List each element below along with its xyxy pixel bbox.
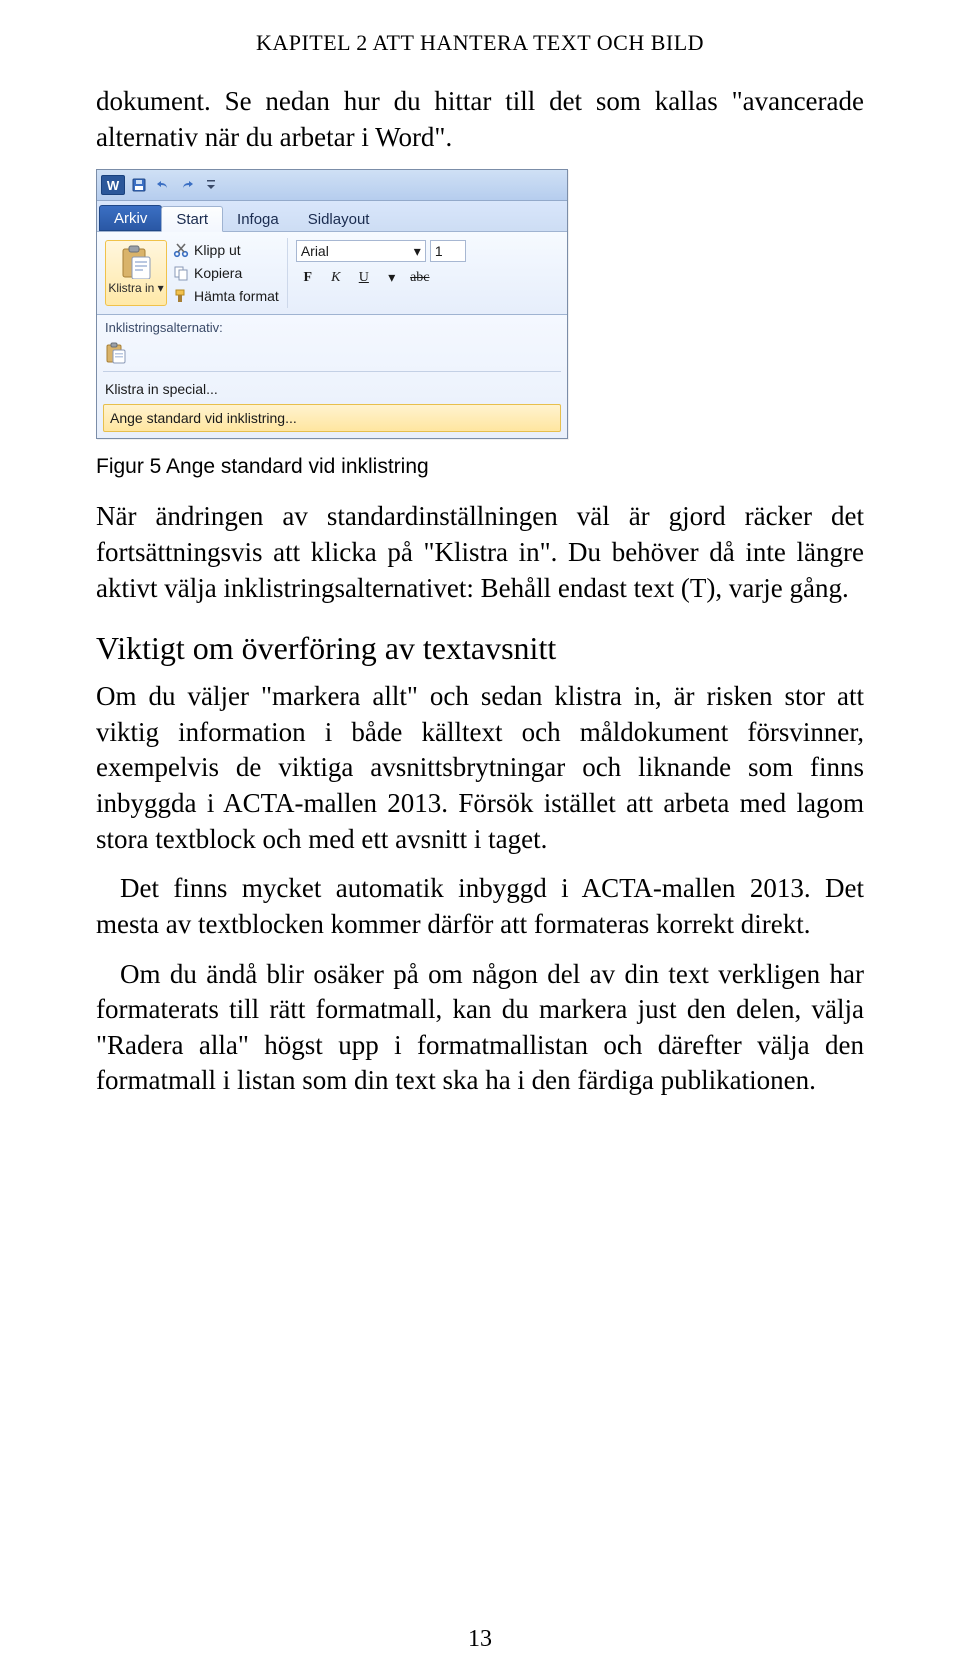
section-subhead: Viktigt om överföring av textavsnitt xyxy=(96,630,864,667)
chevron-down-icon: ▾ xyxy=(414,243,421,260)
tab-sidlayout[interactable]: Sidlayout xyxy=(293,206,385,231)
copy-button[interactable]: Kopiera xyxy=(173,263,279,283)
set-default-paste-item[interactable]: Ange standard vid inklistring... xyxy=(103,404,561,432)
cut-button[interactable]: Klipp ut xyxy=(173,240,279,260)
font-style-row: F K U ▾ abc xyxy=(296,267,466,289)
format-painter-label: Hämta format xyxy=(194,288,279,304)
copy-label: Kopiera xyxy=(194,265,242,281)
italic-button[interactable]: K xyxy=(324,267,348,289)
separator xyxy=(103,371,561,372)
paragraph-1: dokument. Se nedan hur du hittar till de… xyxy=(96,84,864,155)
paragraph-2: När ändringen av standardinställningen v… xyxy=(96,499,864,606)
paste-option-icon xyxy=(105,342,127,364)
undo-icon[interactable] xyxy=(153,175,173,195)
brush-icon xyxy=(173,288,189,304)
paragraph-5: Om du ändå blir osäker på om någon del a… xyxy=(96,957,864,1100)
word-ribbon-figure: W Arkiv Start Infoga Sidlayout xyxy=(96,169,568,439)
paste-dropdown: Inklistringsalternativ: Klistra in speci… xyxy=(97,314,567,438)
paste-special-item[interactable]: Klistra in special... xyxy=(97,376,567,402)
tab-arkiv[interactable]: Arkiv xyxy=(99,205,162,231)
redo-icon[interactable] xyxy=(177,175,197,195)
ribbon-tabs: Arkiv Start Infoga Sidlayout xyxy=(97,201,567,232)
scissors-icon xyxy=(173,242,189,258)
save-icon[interactable] xyxy=(129,175,149,195)
underline-button[interactable]: U xyxy=(352,267,376,289)
word-logo-icon: W xyxy=(101,175,125,195)
font-group: Arial ▾ 1 F K U ▾ abc xyxy=(294,238,474,308)
ribbon-content: Klistra in ▾ Klipp ut Kopiera xyxy=(97,232,567,314)
cut-label: Klipp ut xyxy=(194,242,241,258)
font-size-value: 1 xyxy=(435,243,443,259)
paste-button[interactable]: Klistra in ▾ xyxy=(105,240,167,306)
paste-label: Klistra in ▾ xyxy=(108,282,163,295)
paragraph-4: Det finns mycket automatik inbyggd i ACT… xyxy=(96,871,864,942)
paste-option-keep-source[interactable] xyxy=(97,339,567,367)
clipboard-icon xyxy=(118,244,154,280)
paste-options-header: Inklistringsalternativ: xyxy=(97,315,567,339)
paste-special-label: Klistra in special... xyxy=(105,381,218,397)
tab-infoga[interactable]: Infoga xyxy=(222,206,294,231)
qat-more-icon[interactable] xyxy=(201,175,221,195)
page-number: 13 xyxy=(0,1626,960,1653)
word-titlebar: W xyxy=(97,170,567,201)
font-name-value: Arial xyxy=(301,243,329,259)
font-name-combo[interactable]: Arial ▾ xyxy=(296,240,426,262)
bold-button[interactable]: F xyxy=(296,267,320,289)
clipboard-group: Klistra in ▾ Klipp ut Kopiera xyxy=(103,238,288,308)
clipboard-mini-buttons: Klipp ut Kopiera Hämta format xyxy=(173,240,279,306)
set-default-paste-label: Ange standard vid inklistring... xyxy=(110,410,297,426)
quick-access-toolbar xyxy=(129,175,221,195)
strikethrough-button[interactable]: abc xyxy=(408,267,432,289)
format-painter-button[interactable]: Hämta format xyxy=(173,286,279,306)
figure-caption: Figur 5 Ange standard vid inklistring xyxy=(96,455,864,479)
paragraph-3: Om du väljer "markera allt" och sedan kl… xyxy=(96,679,864,857)
document-page: KAPITEL 2 ATT HANTERA TEXT OCH BILD doku… xyxy=(0,0,960,1675)
underline-more-icon[interactable]: ▾ xyxy=(380,267,404,289)
copy-icon xyxy=(173,265,189,281)
font-size-combo[interactable]: 1 xyxy=(430,240,466,262)
running-head: KAPITEL 2 ATT HANTERA TEXT OCH BILD xyxy=(96,30,864,56)
tab-start[interactable]: Start xyxy=(161,206,223,232)
